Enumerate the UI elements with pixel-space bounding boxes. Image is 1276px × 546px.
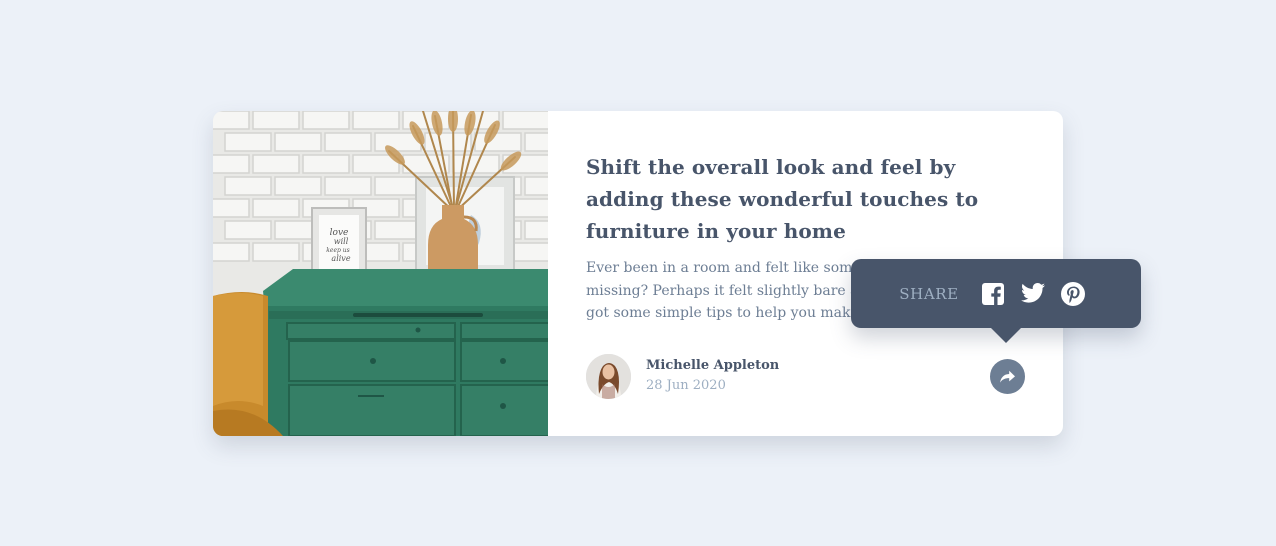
share-popup: SHARE bbox=[851, 259, 1141, 343]
post-date: 28 Jun 2020 bbox=[646, 378, 726, 393]
svg-text:alive: alive bbox=[331, 254, 350, 263]
share-label: SHARE bbox=[899, 284, 959, 303]
twitter-icon[interactable] bbox=[1020, 282, 1045, 306]
pinterest-icon[interactable] bbox=[1060, 281, 1085, 306]
svg-text:keep us: keep us bbox=[326, 247, 349, 254]
svg-text:will: will bbox=[334, 237, 349, 246]
author-name: Michelle Appleton bbox=[646, 358, 780, 373]
facebook-icon[interactable] bbox=[981, 282, 1005, 306]
avatar bbox=[586, 354, 631, 399]
share-button[interactable] bbox=[990, 359, 1025, 394]
share-icon bbox=[1000, 370, 1015, 383]
article-image: love will keep us alive bbox=[213, 111, 548, 436]
article-title[interactable]: Shift the overall look and feel by addin… bbox=[586, 151, 996, 247]
